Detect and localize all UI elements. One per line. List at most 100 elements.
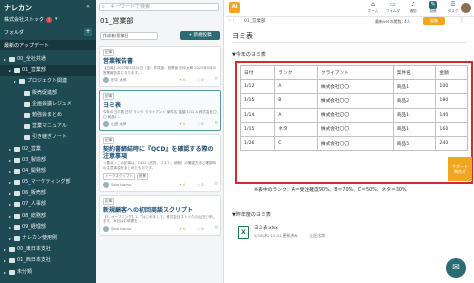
chevron-right-icon[interactable]: ▸ bbox=[4, 244, 6, 255]
brand-logo: ナレカン bbox=[4, 4, 32, 12]
post-tag[interactable]: トークスクリプト bbox=[103, 172, 135, 180]
more-options-icon[interactable]: ⋮ bbox=[459, 17, 465, 24]
sidebar-folder-item[interactable]: ▸ 00_東日本支社 bbox=[0, 244, 96, 255]
add-folder-button[interactable]: + bbox=[84, 28, 92, 36]
new-post-button[interactable]: + 新規投稿 bbox=[180, 31, 220, 40]
sidebar-folder-item[interactable]: ▸ 未分類 bbox=[0, 267, 96, 278]
bookmark-icon[interactable]: ⌑ bbox=[215, 121, 217, 126]
search-input[interactable]: ⌕ キーワードで検索 bbox=[99, 3, 219, 11]
company-selector[interactable]: 株式会社ストック! bbox=[4, 16, 53, 23]
chevron-right-icon[interactable]: ▸ bbox=[4, 255, 6, 266]
sidebar-folder-item[interactable]: ▸ 01_営業部 bbox=[0, 65, 96, 77]
tasks-icon: ☰ bbox=[450, 1, 456, 8]
sidebar-folder-item[interactable]: 販売促進部 bbox=[0, 88, 96, 99]
sidebar-folder-item[interactable]: ▸ ナレカン使用例 bbox=[0, 233, 96, 244]
folder-label: フォルダ bbox=[4, 30, 25, 36]
ai-logo[interactable]: Ai bbox=[229, 2, 240, 13]
sidebar-folder-label: 00_東日本支社 bbox=[17, 246, 51, 253]
chevron-right-icon[interactable]: ▸ bbox=[9, 155, 11, 166]
sidebar-folder-item[interactable]: ▸ 07_人事部 bbox=[0, 199, 96, 210]
app: ナレカン « 株式会社ストック! ▾ フォルダ + 最新のアップデート ▸ 00_… bbox=[0, 0, 474, 283]
folder-icon bbox=[9, 258, 15, 264]
sidebar-folder-label: 未分類 bbox=[17, 268, 33, 275]
sidebar-folder-item[interactable]: 営業マニュアル bbox=[0, 121, 96, 132]
like-number: 0 bbox=[183, 182, 186, 187]
sidebar-folder-item[interactable]: ▸ 04_開発部 bbox=[0, 166, 96, 177]
sidebar-folder-item[interactable]: ▸ 00_全社共通 bbox=[0, 54, 96, 65]
folder-icon bbox=[14, 213, 20, 219]
sidebar-folder-item[interactable]: ▸ 03_製造部 bbox=[0, 155, 96, 166]
post-card[interactable]: 記事 新規顧客への初回商談スクリプト 【1. オープニング】1.「はじめまして。株式… bbox=[99, 194, 221, 236]
recent-updates-link[interactable]: 最新のアップデート bbox=[0, 40, 96, 50]
chevron-right-icon[interactable]: ▸ bbox=[9, 222, 11, 233]
back-icon[interactable]: ‹ › bbox=[229, 18, 235, 24]
chevron-right-icon[interactable]: ▸ bbox=[9, 199, 11, 210]
version-viewers[interactable]: 最新verの閲覧: 4人 bbox=[375, 19, 411, 25]
bookmark-icon[interactable]: ⌑ bbox=[215, 226, 217, 231]
chevron-down-icon[interactable]: ▾ bbox=[55, 16, 58, 22]
folder-icon bbox=[14, 191, 20, 197]
edit-icon: ✎ bbox=[429, 1, 437, 9]
post-author: 田中 太郎 bbox=[111, 78, 127, 83]
chevron-right-icon[interactable]: ▸ bbox=[9, 233, 11, 244]
table-cell: 株式会社〇〇 bbox=[316, 93, 394, 109]
table-row: 1/14 A 株式会社〇〇 商品1 140 bbox=[239, 107, 468, 123]
chevron-right-icon[interactable]: ▸ bbox=[9, 211, 11, 222]
attachment-date: 5/16(木) 12:41 更新済み bbox=[254, 233, 298, 238]
chat-button[interactable]: ✉ bbox=[446, 258, 466, 278]
folder-icon bbox=[24, 135, 30, 141]
table-cell: 株式会社〇〇 bbox=[316, 107, 394, 123]
chevron-right-icon[interactable]: ▸ bbox=[14, 76, 16, 87]
sidebar-folder-item[interactable]: 勉強会まとめ bbox=[0, 110, 96, 121]
comment-count[interactable]: ◌ 0 bbox=[197, 122, 204, 126]
bookmark-icon[interactable]: ⌑ bbox=[215, 182, 217, 187]
sidebar-folder-item[interactable]: ▸ 01_西日本支社 bbox=[0, 255, 96, 266]
sidebar-folder-item[interactable]: ▸ 09_経理部 bbox=[0, 222, 96, 233]
chevron-right-icon[interactable]: ▸ bbox=[9, 166, 11, 177]
like-count[interactable]: ✦ 0 bbox=[179, 78, 185, 82]
support-button[interactable]: サポート 問合せ bbox=[448, 157, 472, 181]
chevron-right-icon[interactable]: ▸ bbox=[9, 177, 11, 188]
nav-button-edit[interactable]: ✎ 投稿 bbox=[423, 1, 443, 14]
post-card[interactable]: 記事 営業報告書 【日時】2023年5月24日（金）作成者：営業部 田中太郎 202… bbox=[99, 46, 221, 88]
section-heading-previous: ▼昨年度のヨミ表 bbox=[232, 212, 271, 218]
like-count[interactable]: ✦ 0 bbox=[179, 183, 185, 187]
like-count[interactable]: ✦ 0 bbox=[179, 227, 185, 231]
breadcrumb[interactable]: 01_営業部 bbox=[244, 18, 265, 24]
bookmark-icon[interactable]: ⌑ bbox=[215, 77, 217, 82]
user-avatar[interactable] bbox=[461, 3, 471, 13]
filter-select[interactable]: 作成者/投稿日 bbox=[100, 32, 158, 40]
chevron-right-icon[interactable]: ▸ bbox=[4, 267, 6, 278]
sidebar-folder-item[interactable]: ▸ 05_マーケティング部 bbox=[0, 177, 96, 188]
sidebar-folder-item[interactable]: 引き継ぎノート bbox=[0, 132, 96, 143]
collapse-left-icon[interactable]: « bbox=[84, 3, 92, 11]
comment-count[interactable]: ◌ 0 bbox=[197, 183, 204, 187]
folder-icon bbox=[24, 90, 30, 96]
chevron-right-icon[interactable]: ▸ bbox=[4, 54, 6, 65]
like-count[interactable]: ✦ 0 bbox=[179, 122, 185, 126]
sidebar-folder-item[interactable]: ▸ 08_総務部 bbox=[0, 211, 96, 222]
sidebar-folder-item[interactable]: ▸ 02_営業 bbox=[0, 144, 96, 155]
table-cell: 商品2 bbox=[392, 93, 437, 109]
post-card[interactable]: 記事 契約書締結時に『QCD』を確認する際の注意事項 ＜要点＞この記事は、QCD（品… bbox=[99, 134, 221, 192]
table-cell: 株式会社〇〇 bbox=[316, 79, 394, 95]
comment-count[interactable]: ◌ 0 bbox=[197, 78, 204, 82]
chevron-right-icon[interactable]: ▸ bbox=[9, 65, 11, 76]
post-tag[interactable]: 営業 bbox=[136, 172, 148, 180]
folder-icon bbox=[24, 112, 30, 118]
post-card[interactable]: 記事 ヨミ表 今年のヨミ表 日付 ランク クライアント 案件名 金額 1/12 A … bbox=[99, 90, 221, 132]
sidebar-folder-item[interactable]: 企画会議レジュメ bbox=[0, 99, 96, 110]
sidebar-folder-item[interactable]: ▸ 06_販売部 bbox=[0, 188, 96, 199]
nav-button-bell[interactable]: ♪ 通知 bbox=[403, 1, 423, 14]
chevron-right-icon[interactable]: ▸ bbox=[9, 144, 11, 155]
chevron-right-icon[interactable]: ▸ bbox=[9, 188, 11, 199]
edit-button[interactable]: 編集 bbox=[423, 17, 445, 25]
sidebar-folder-label: 00_全社共通 bbox=[17, 56, 46, 62]
nav-button-tasks[interactable]: ☰ タスク bbox=[443, 1, 463, 14]
nav-button-home[interactable]: ⌂ ホーム bbox=[363, 1, 383, 14]
attachment-card[interactable]: X ヨミ表.xlsx 5/16(木) 12:41 更新済み 山田太郎 bbox=[232, 221, 359, 249]
nav-button-folder[interactable]: ▭ フォルダ bbox=[383, 1, 403, 14]
comment-count[interactable]: ◌ 0 bbox=[197, 227, 204, 231]
sidebar-folder-item[interactable]: ▸ プロジェクト関連 bbox=[0, 76, 96, 87]
document-header: ‹ › 01_営業部 最新verの閲覧: 4人 編集 ⋮ bbox=[225, 17, 474, 27]
